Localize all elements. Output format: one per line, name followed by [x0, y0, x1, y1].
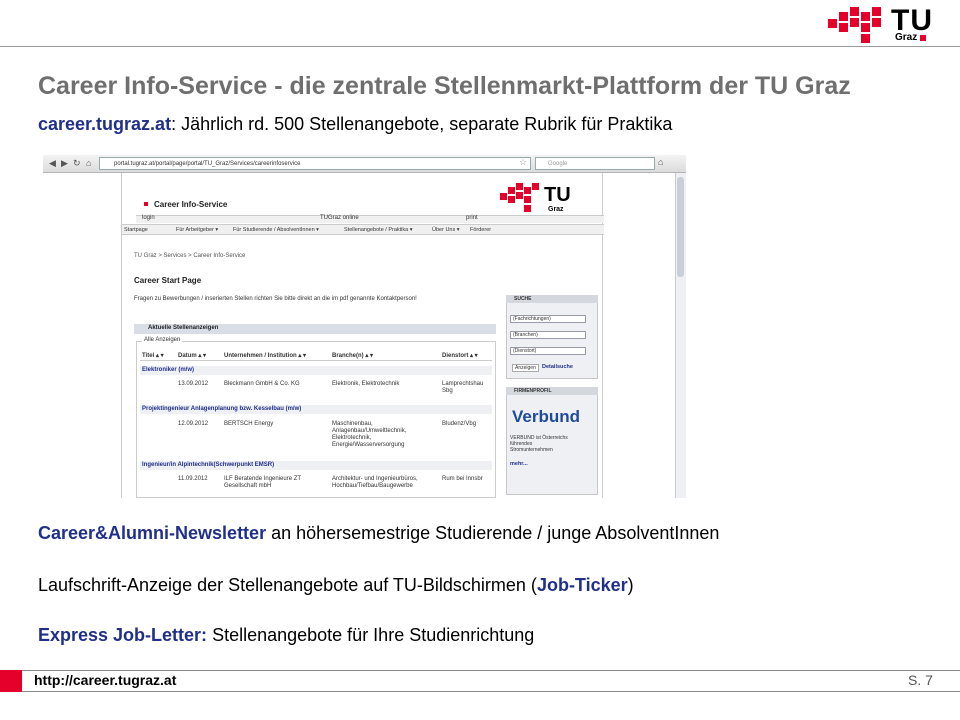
jobs-fieldset: [136, 341, 496, 498]
job-date: 12.09.2012: [178, 421, 209, 427]
svg-text:TU: TU: [544, 184, 571, 206]
page-margin-right: [603, 173, 675, 498]
job-place: Rum bei Innsbr: [442, 476, 483, 482]
career-page: Career Info-Service TU Graz login TUGraz…: [121, 173, 604, 498]
col-titel[interactable]: Titel ▴ ▾: [142, 352, 164, 359]
site-bullet-icon: [144, 202, 148, 206]
newsletter-text: an höhersemestrige Studierende / junge A…: [266, 523, 720, 543]
anzeigen-button[interactable]: Anzeigen: [512, 364, 539, 372]
back-icon[interactable]: ◀: [49, 158, 56, 169]
job-place: Bludenz/Vbg: [442, 421, 477, 427]
job-place: Lamprechtshau Sbg: [442, 381, 484, 394]
star-icon[interactable]: ☆: [519, 157, 527, 168]
fieldset-label: Alle Anzeigen: [142, 337, 183, 343]
footer-url[interactable]: http://career.tugraz.at: [34, 672, 176, 688]
site-logo-icon: TU Graz: [500, 183, 571, 213]
verbund-logo[interactable]: Verbund: [512, 407, 580, 427]
subtitle-text: : Jährlich rd. 500 Stellenangebote, sepa…: [171, 114, 673, 134]
menu-ueber-uns[interactable]: Über Uns ▾: [432, 227, 460, 233]
menu-studierende[interactable]: Für Studierende / AbsolventInnen ▾: [233, 227, 319, 233]
tugraz-online-link[interactable]: TUGraz online: [320, 215, 359, 221]
job-company: BERTSCH Energy: [224, 421, 274, 427]
job-title-link[interactable]: Projektingenieur Anlagenplanung bzw. Kes…: [142, 406, 301, 412]
address-bar[interactable]: portal.tugraz.at/portal/page/portal/TU_G…: [99, 157, 531, 170]
newsletter-label: Career&Alumni-Newsletter: [38, 523, 267, 543]
job-title-link[interactable]: Ingenieur/in Alpintechnik(Schwerpunkt EM…: [142, 462, 274, 468]
breadcrumb: TU Graz > Services > Career Info-Service: [134, 253, 246, 259]
job-branch: Maschinenbau, Anlagenbau/Umwelttechnik, …: [332, 421, 407, 448]
browser-search-box[interactable]: Google: [535, 157, 655, 170]
career-link[interactable]: career.tugraz.at: [38, 114, 171, 134]
browser-screenshot: ◀ ▶ ↻ ⌂ portal.tugraz.at/portal/page/por…: [43, 155, 686, 498]
select-fachrichtungen[interactable]: (Fachrichtungen): [510, 315, 586, 323]
bullet-newsletter: Career&Alumni-Newsletter an höhersemestr…: [38, 523, 719, 544]
menu-arbeitgeber[interactable]: Für Arbeitgeber ▾: [176, 227, 218, 233]
col-dienstort[interactable]: Dienstort ▴ ▾: [442, 352, 478, 359]
ticker-text-pre: Laufschrift-Anzeige der Stellenangebote …: [38, 575, 537, 595]
slide-subtitle: career.tugraz.at: Jährlich rd. 500 Stell…: [38, 114, 672, 135]
header-divider: [0, 46, 960, 47]
logo-graz-text: Graz: [895, 32, 918, 43]
menu-stellenangebote[interactable]: Stellenangebote / Praktika ▾: [344, 227, 413, 233]
footer-red-square: [0, 670, 22, 692]
job-company: Bleckmann GmbH & Co. KG: [224, 381, 300, 387]
express-text: Stellenangebote für Ihre Studienrichtung: [207, 625, 535, 645]
section-title: Aktuelle Stellenanzeigen: [148, 325, 219, 331]
forward-icon[interactable]: ▶: [61, 158, 68, 169]
home-icon[interactable]: ⌂: [86, 158, 91, 168]
search-panel-head: SUCHE: [506, 295, 598, 303]
reload-icon[interactable]: ↻: [73, 158, 81, 169]
job-title-link[interactable]: Elektroniker (m/w): [142, 367, 194, 373]
detailsuche-link[interactable]: Detailsuche: [542, 364, 573, 370]
ticker-label: Job-Ticker: [536, 575, 628, 595]
select-branchen[interactable]: (Branchen): [510, 331, 586, 339]
job-company: ILF Beratende Ingenieure ZT Gesellschaft…: [224, 476, 301, 489]
col-branche[interactable]: Branche(n) ▴ ▾: [332, 352, 373, 359]
job-branch: Elektronik, Elektrotechnik: [332, 381, 400, 387]
top-links-bar: [136, 215, 604, 223]
job-date: 13.09.2012: [178, 381, 209, 387]
footer-page-number: S. 7: [908, 672, 933, 688]
scrollbar-thumb[interactable]: [677, 177, 684, 277]
print-link[interactable]: print: [466, 215, 478, 221]
main-menu: Startpage Für Arbeitgeber ▾ Für Studiere…: [122, 224, 604, 235]
col-unternehmen[interactable]: Unternehmen / Institution ▴ ▾: [224, 352, 306, 359]
page-heading: Career Start Page: [134, 276, 202, 285]
browser-toolbar: ◀ ▶ ↻ ⌂ portal.tugraz.at/portal/page/por…: [43, 155, 686, 173]
slide-title: Career Info-Service - die zentrale Stell…: [38, 72, 851, 100]
job-branch: Architektur- und Ingenieurbüros, Hochbau…: [332, 476, 418, 489]
login-link[interactable]: login: [142, 215, 155, 221]
express-label: Express Job-Letter:: [38, 625, 208, 645]
more-link[interactable]: mehr...: [510, 461, 528, 467]
menu-foerderer[interactable]: Förderer: [470, 227, 491, 233]
profile-text-3: Stromunternehmen: [510, 447, 553, 453]
bullet-express-job-letter: Express Job-Letter: Stellenangebote für …: [38, 625, 534, 646]
svg-text:Graz: Graz: [548, 206, 564, 213]
intro-text: Fragen zu Bewerbungen / inserierten Stel…: [134, 296, 417, 302]
ticker-text-post: ): [627, 575, 634, 595]
select-dienstort[interactable]: (Dienstort): [510, 347, 586, 355]
home-icon-2[interactable]: ⌂: [658, 157, 663, 167]
col-datum[interactable]: Datum ▴ ▾: [178, 352, 206, 359]
company-profile-head: FIRMENPROFIL: [506, 387, 598, 395]
site-title: Career Info-Service: [154, 200, 228, 209]
menu-startpage[interactable]: Startpage: [124, 227, 148, 233]
page-margin-left: [43, 173, 121, 498]
bullet-job-ticker: Laufschrift-Anzeige der Stellenangebote …: [38, 575, 634, 596]
job-date: 11.09.2012: [178, 476, 208, 482]
